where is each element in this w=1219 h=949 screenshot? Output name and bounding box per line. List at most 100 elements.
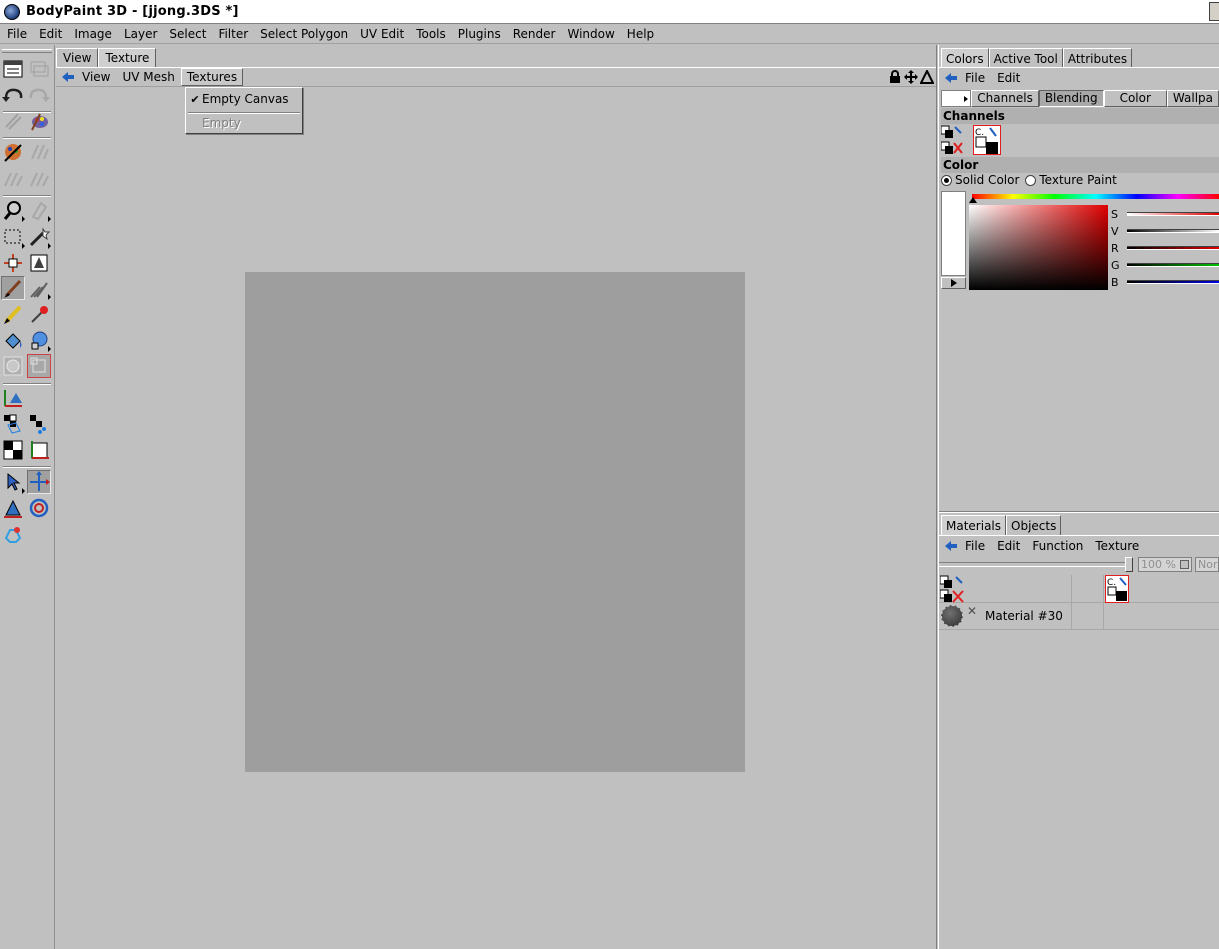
layer-stack-icon[interactable] — [27, 57, 51, 81]
texture-canvas[interactable] — [245, 272, 745, 772]
transform-icon[interactable] — [1, 251, 25, 275]
uv-move-icon[interactable] — [27, 438, 51, 462]
fill-icon[interactable] — [1, 328, 25, 352]
b-track[interactable] — [1127, 280, 1219, 284]
uv-transform-icon[interactable] — [27, 470, 51, 494]
tab-attributes[interactable]: Attributes — [1062, 48, 1133, 68]
materials-zoom-thumb[interactable] — [1125, 557, 1133, 572]
colors-menu-file[interactable]: File — [959, 71, 991, 85]
rectangle-select-icon[interactable] — [1, 225, 25, 249]
tab-objects[interactable]: Objects — [1006, 515, 1062, 535]
toolbar-grip[interactable] — [2, 49, 52, 53]
eyedropper-icon[interactable] — [27, 302, 51, 326]
menu-select-polygon[interactable]: Select Polygon — [253, 27, 353, 41]
pin-icon[interactable] — [943, 71, 959, 85]
panel-separator[interactable] — [939, 511, 1219, 513]
channel-color-thumbnail[interactable]: C. — [973, 125, 1001, 155]
s-track[interactable] — [1127, 212, 1219, 216]
v-track[interactable] — [1127, 229, 1219, 233]
menu-window[interactable]: Window — [560, 27, 619, 41]
tab-materials[interactable]: Materials — [941, 515, 1007, 535]
undo-icon[interactable] — [1, 83, 25, 107]
blending-button[interactable]: Blending — [1038, 89, 1104, 107]
materials-zoom-slider[interactable] — [939, 562, 1129, 567]
brush-icon[interactable] — [1, 276, 25, 300]
swap-colors-icon[interactable] — [939, 575, 966, 606]
zoom-spinner[interactable] — [1180, 560, 1189, 569]
tab-active-tool[interactable]: Active Tool — [988, 48, 1063, 68]
colors-menu-edit[interactable]: Edit — [991, 71, 1026, 85]
checker-icon[interactable] — [1, 438, 25, 462]
hue-marker[interactable] — [969, 197, 977, 203]
menu-plugins[interactable]: Plugins — [451, 27, 506, 41]
tab-texture[interactable]: Texture — [98, 48, 157, 67]
uv-scale-icon[interactable] — [1, 496, 25, 520]
r-track[interactable] — [1127, 246, 1219, 250]
material-color-thumbnail[interactable]: C. — [1105, 575, 1129, 603]
vp-menu-uv-mesh[interactable]: UV Mesh — [116, 70, 180, 84]
material-preview-ball[interactable] — [941, 605, 963, 627]
saturation-value-picker[interactable] — [969, 205, 1108, 290]
blend-mode-field[interactable]: Nor — [1195, 557, 1219, 572]
color-button[interactable]: Color — [1103, 89, 1167, 107]
menu-select[interactable]: Select — [162, 27, 211, 41]
paint-setup-icon[interactable] — [27, 109, 51, 133]
axis-icon[interactable] — [1, 386, 25, 410]
materials-menu-edit[interactable]: Edit — [991, 539, 1026, 553]
move-icon[interactable] — [904, 70, 918, 87]
swap-colors-icon[interactable] — [940, 125, 963, 158]
dropdown-item-empty[interactable]: Empty — [188, 113, 300, 133]
projection-alt-icon[interactable] — [27, 167, 51, 191]
v-slider[interactable]: V — [1111, 224, 1219, 238]
materials-menu-file[interactable]: File — [959, 539, 991, 553]
pin-icon[interactable] — [60, 70, 76, 84]
sponge-icon[interactable] — [27, 328, 51, 352]
uv-checker-icon[interactable] — [1, 412, 25, 436]
texture-paint-radio[interactable] — [1025, 174, 1037, 186]
layer-manager-icon[interactable] — [1, 57, 25, 81]
paint-wizard-icon[interactable] — [1, 140, 25, 164]
dropdown-item-empty-canvas[interactable]: ✔ Empty Canvas — [188, 89, 300, 109]
s-slider[interactable]: S — [1111, 207, 1219, 221]
lock-icon[interactable] — [888, 70, 902, 87]
menu-render[interactable]: Render — [506, 27, 561, 41]
g-slider[interactable]: G — [1111, 258, 1219, 272]
b-slider[interactable]: B — [1111, 275, 1219, 289]
menu-help[interactable]: Help — [620, 27, 659, 41]
texture-canvas-area[interactable] — [56, 87, 936, 949]
vp-menu-view[interactable]: View — [76, 70, 116, 84]
redo-icon[interactable] — [27, 83, 51, 107]
perspective-icon[interactable] — [919, 68, 935, 87]
fill-select-icon[interactable] — [27, 251, 51, 275]
uv-points-icon[interactable] — [27, 412, 51, 436]
tab-view[interactable]: View — [56, 48, 99, 67]
materials-menu-function[interactable]: Function — [1026, 539, 1089, 553]
tab-colors[interactable]: Colors — [941, 48, 989, 68]
menu-edit[interactable]: Edit — [32, 27, 67, 41]
menu-tools[interactable]: Tools — [409, 27, 451, 41]
magnify-icon[interactable] — [1, 198, 25, 222]
magic-wand-icon[interactable] — [27, 225, 51, 249]
polygon-shape-icon[interactable] — [27, 354, 51, 378]
channel-selector[interactable] — [941, 89, 972, 107]
menu-layer[interactable]: Layer — [117, 27, 162, 41]
menu-filter[interactable]: Filter — [211, 27, 253, 41]
pencil-icon[interactable] — [1, 302, 25, 326]
menu-file[interactable]: File — [0, 27, 32, 41]
hue-slider[interactable] — [972, 194, 1219, 199]
vp-menu-textures[interactable]: Textures — [180, 68, 244, 86]
r-slider[interactable]: R — [1111, 241, 1219, 255]
pin-icon[interactable] — [943, 539, 959, 553]
menu-image[interactable]: Image — [67, 27, 117, 41]
clone-icon[interactable] — [27, 198, 51, 222]
g-track[interactable] — [1127, 263, 1219, 267]
channels-button[interactable]: Channels — [971, 89, 1039, 107]
swatch-expand-button[interactable] — [941, 277, 966, 289]
brush-symmetry-icon[interactable] — [27, 140, 51, 164]
solid-color-radio[interactable] — [941, 174, 952, 186]
material-close-icon[interactable]: ✕ — [967, 604, 977, 618]
projection-icon[interactable] — [1, 167, 25, 191]
wallpaper-button[interactable]: Wallpa — [1166, 89, 1219, 107]
materials-menu-texture[interactable]: Texture — [1089, 539, 1145, 553]
pointer-icon[interactable] — [1, 470, 25, 494]
